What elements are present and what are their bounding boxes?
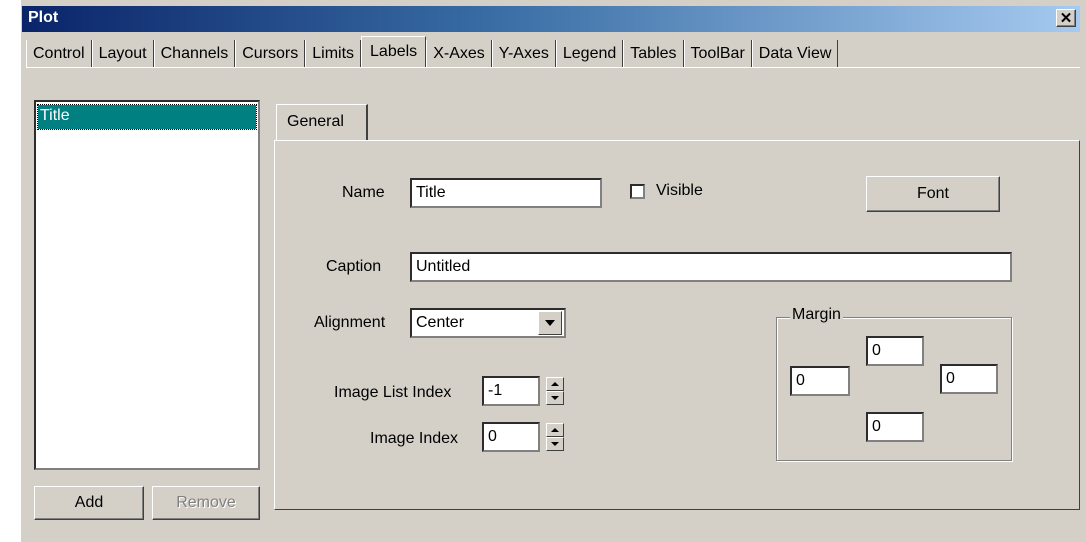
spin-down-icon[interactable] — [546, 437, 564, 451]
chevron-down-icon[interactable] — [538, 311, 562, 335]
image-list-index-label: Image List Index — [334, 384, 452, 401]
tab-divider — [26, 67, 1080, 68]
title-bar[interactable]: Plot ✕ — [22, 6, 1080, 32]
tab-strip: Control Layout Channels Cursors Limits L… — [26, 36, 839, 68]
tab-channels[interactable]: Channels — [153, 40, 236, 68]
close-button[interactable]: ✕ — [1056, 9, 1076, 27]
close-icon: ✕ — [1059, 10, 1073, 27]
name-input[interactable]: Title — [410, 178, 602, 208]
alignment-label: Alignment — [314, 314, 386, 331]
name-label: Name — [342, 184, 385, 201]
image-list-index-input[interactable]: -1 — [482, 376, 540, 406]
font-button[interactable]: Font — [866, 176, 1000, 212]
spin-up-icon[interactable] — [546, 377, 564, 391]
tab-layout[interactable]: Layout — [91, 40, 154, 68]
tab-control[interactable]: Control — [26, 40, 92, 68]
add-button[interactable]: Add — [34, 486, 144, 520]
margin-top-input[interactable]: 0 — [866, 336, 924, 366]
tab-x-axes[interactable]: X-Axes — [426, 40, 492, 68]
window-title: Plot — [28, 9, 59, 26]
tab-limits[interactable]: Limits — [305, 40, 362, 68]
visible-checkbox[interactable] — [630, 184, 645, 199]
caption-input[interactable]: Untitled — [410, 252, 1012, 282]
alignment-value: Center — [416, 314, 465, 331]
visible-label: Visible — [656, 182, 703, 199]
remove-button[interactable]: Remove — [152, 486, 260, 520]
margin-right-input[interactable]: 0 — [940, 364, 998, 394]
tab-data-view[interactable]: Data View — [751, 40, 839, 68]
image-index-stepper[interactable] — [546, 423, 564, 451]
margin-left-input[interactable]: 0 — [790, 366, 850, 396]
margin-bottom-input[interactable]: 0 — [866, 412, 924, 442]
tab-general[interactable]: General — [276, 104, 368, 140]
spin-up-icon[interactable] — [546, 423, 564, 437]
spin-down-icon[interactable] — [546, 391, 564, 405]
tab-legend[interactable]: Legend — [555, 40, 624, 68]
caption-label: Caption — [326, 258, 382, 275]
left-edge — [0, 0, 22, 542]
margin-group-title: Margin — [790, 306, 843, 324]
image-index-input[interactable]: 0 — [482, 422, 540, 452]
tab-toolbar[interactable]: ToolBar — [683, 40, 752, 68]
tab-y-axes[interactable]: Y-Axes — [491, 40, 556, 68]
image-list-index-stepper[interactable] — [546, 377, 564, 405]
image-index-label: Image Index — [370, 430, 459, 447]
tab-tables[interactable]: Tables — [623, 40, 684, 68]
tab-cursors[interactable]: Cursors — [235, 40, 306, 68]
list-item[interactable]: Title — [37, 104, 257, 130]
labels-listbox[interactable]: Title — [34, 100, 260, 470]
tab-labels[interactable]: Labels — [361, 36, 427, 68]
